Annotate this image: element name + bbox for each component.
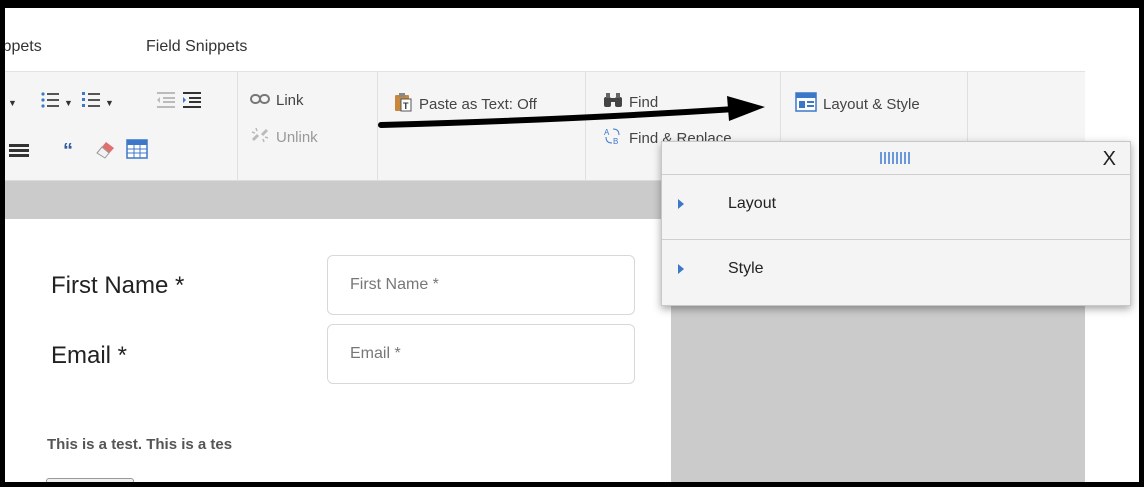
link-label: Link [276,92,304,109]
bulleted-list-icon[interactable] [39,89,61,111]
numbered-list-icon[interactable] [80,89,102,111]
body-text: This is a test. This is a tes [47,436,233,453]
email-placeholder: Email * [350,345,401,362]
link-icon [250,92,270,109]
preview-gray-area [671,302,1085,482]
editor-window: ippets Field Snippets ▼ ▼ ▼ “ Link Unlin… [0,0,1144,487]
email-label: Email * [51,342,128,369]
toolbar-divider [585,72,586,182]
drag-handle-icon[interactable] [880,152,910,164]
table-icon[interactable] [125,138,149,160]
panel-header[interactable]: X [662,142,1130,174]
blockquote-icon[interactable]: “ [63,138,87,162]
caret-right-icon [678,264,684,274]
caret-right-icon [678,199,684,209]
find-button[interactable]: Find [603,92,658,112]
find-label: Find [629,93,659,111]
link-button[interactable]: Link [250,92,304,109]
align-justify-icon[interactable] [9,142,31,160]
layout-style-label: Layout & Style [823,95,920,113]
paste-as-text-button[interactable]: T Paste as Text: Off [393,92,537,116]
panel-item-label: Layout [728,195,777,212]
first-name-label: First Name * [51,272,185,299]
clipboard-icon: T [393,92,413,116]
indent-icon[interactable] [181,89,203,111]
eraser-icon[interactable] [93,138,117,160]
layout-icon [795,92,817,116]
outdent-icon[interactable] [155,89,177,111]
find-replace-icon: AB [603,126,623,150]
tab-snippets[interactable]: ippets [5,38,42,56]
first-name-input[interactable]: First Name * [327,255,635,315]
close-button[interactable]: X [1103,148,1116,171]
unlink-button[interactable]: Unlink [250,126,318,148]
layout-style-button[interactable]: Layout & Style [795,92,920,116]
first-name-placeholder: First Name * [350,276,439,293]
chevron-down-icon[interactable]: ▼ [64,98,73,108]
svg-text:A: A [604,128,610,137]
svg-text:T: T [403,101,409,111]
submit-button[interactable] [46,478,134,482]
toolbar-divider [377,72,378,182]
paste-as-text-label: Paste as Text: Off [419,95,537,113]
tab-field-snippets[interactable]: Field Snippets [146,38,247,56]
snippet-tabs: ippets Field Snippets [5,8,1139,71]
binoculars-icon [603,92,623,112]
panel-item-layout[interactable]: Layout [662,174,1130,236]
layout-style-panel: X Layout Style [661,141,1131,306]
panel-item-label: Style [728,260,764,277]
unlink-icon [250,126,270,148]
email-input[interactable]: Email * [327,324,635,384]
chevron-down-icon[interactable]: ▼ [8,98,17,108]
unlink-label: Unlink [276,128,318,146]
chevron-down-icon[interactable]: ▼ [105,98,114,108]
toolbar-divider [237,72,238,182]
svg-text:B: B [613,137,618,146]
panel-item-style[interactable]: Style [662,239,1130,301]
